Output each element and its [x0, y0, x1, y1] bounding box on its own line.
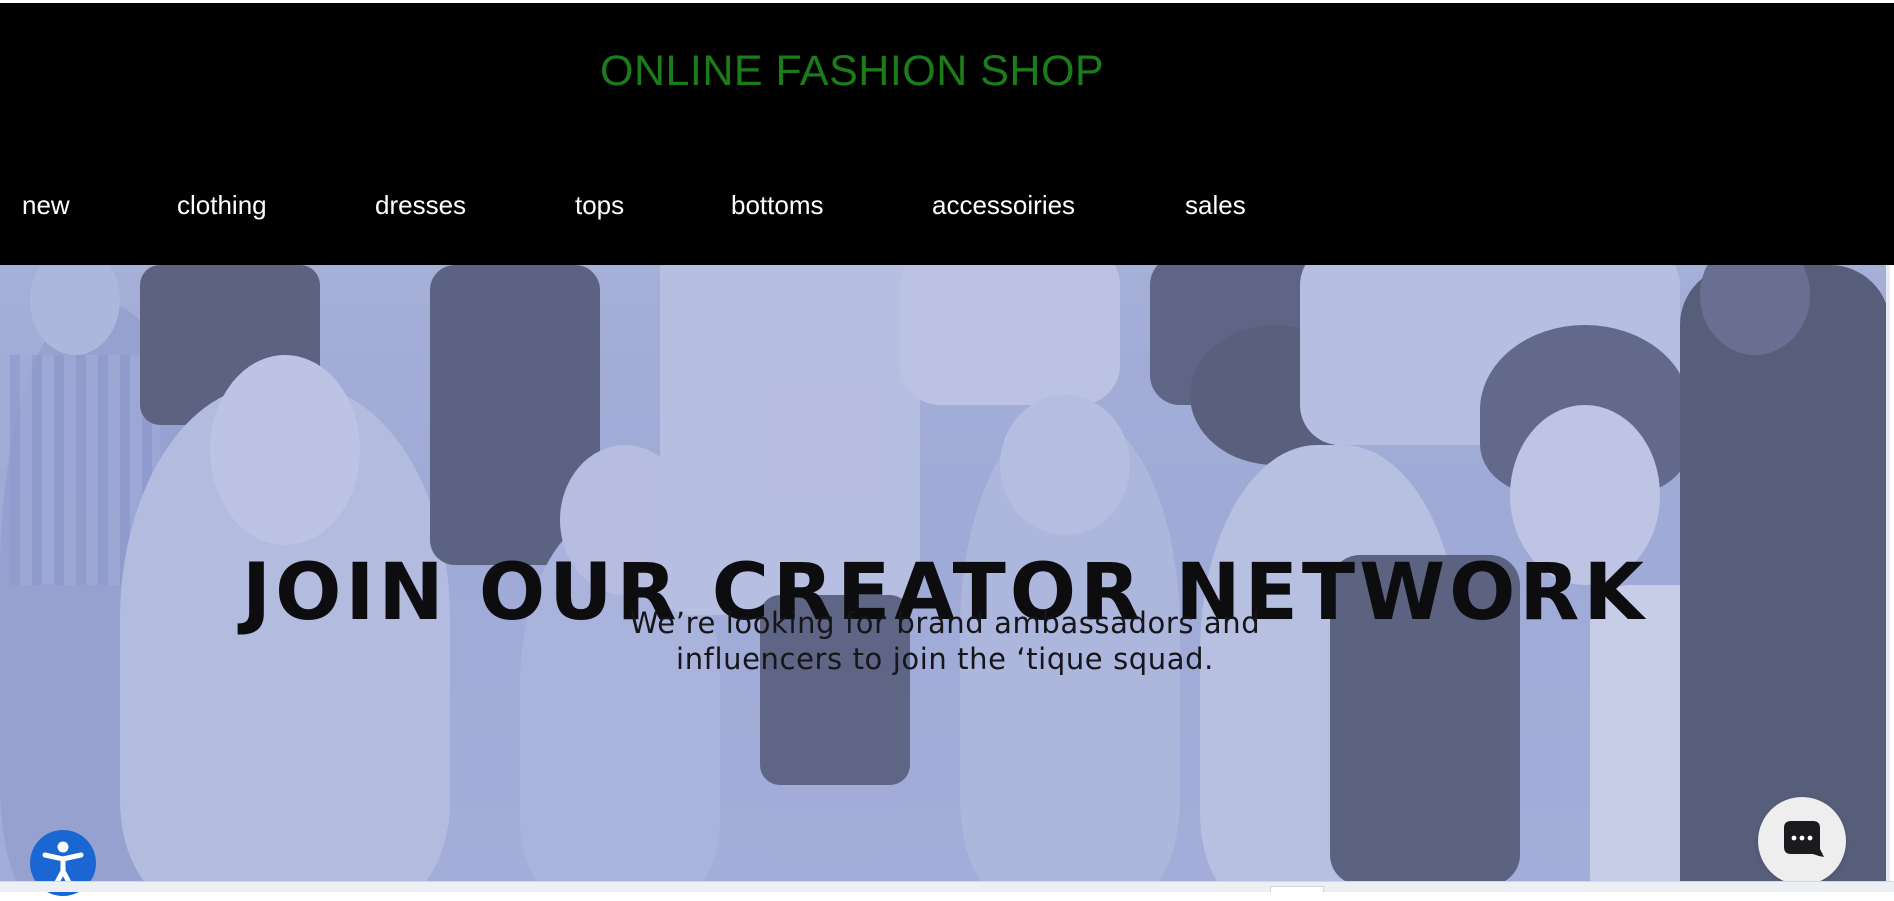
- nav-item-dresses[interactable]: dresses: [375, 185, 466, 225]
- nav-item-tops[interactable]: tops: [575, 185, 624, 225]
- hero-subtitle: We’re looking for brand ambassadors and …: [545, 605, 1345, 677]
- main-nav: new clothing dresses tops bottoms access…: [0, 185, 1894, 225]
- bottom-tab[interactable]: [1270, 886, 1324, 892]
- shop-title[interactable]: ONLINE FASHION SHOP: [600, 45, 1104, 97]
- nav-item-accessoiries[interactable]: accessoiries: [932, 185, 1075, 225]
- chat-button[interactable]: [1758, 797, 1846, 885]
- nav-item-clothing[interactable]: clothing: [177, 185, 267, 225]
- site-header: ONLINE FASHION SHOP new clothing dresses…: [0, 3, 1894, 265]
- hero-subtitle-line-1: We’re looking for brand ambassadors and: [629, 606, 1261, 640]
- hero-subtitle-line-2: influencers to join the ‘tique squad.: [676, 642, 1214, 676]
- hero-banner: JOIN OUR CREATOR NETWORK We’re looking f…: [0, 265, 1890, 881]
- nav-item-bottoms[interactable]: bottoms: [731, 185, 824, 225]
- chat-bubble-icon: [1784, 821, 1824, 857]
- nav-item-sales[interactable]: sales: [1185, 185, 1246, 225]
- nav-item-new[interactable]: new: [22, 185, 70, 225]
- bottom-strip: [0, 881, 1894, 892]
